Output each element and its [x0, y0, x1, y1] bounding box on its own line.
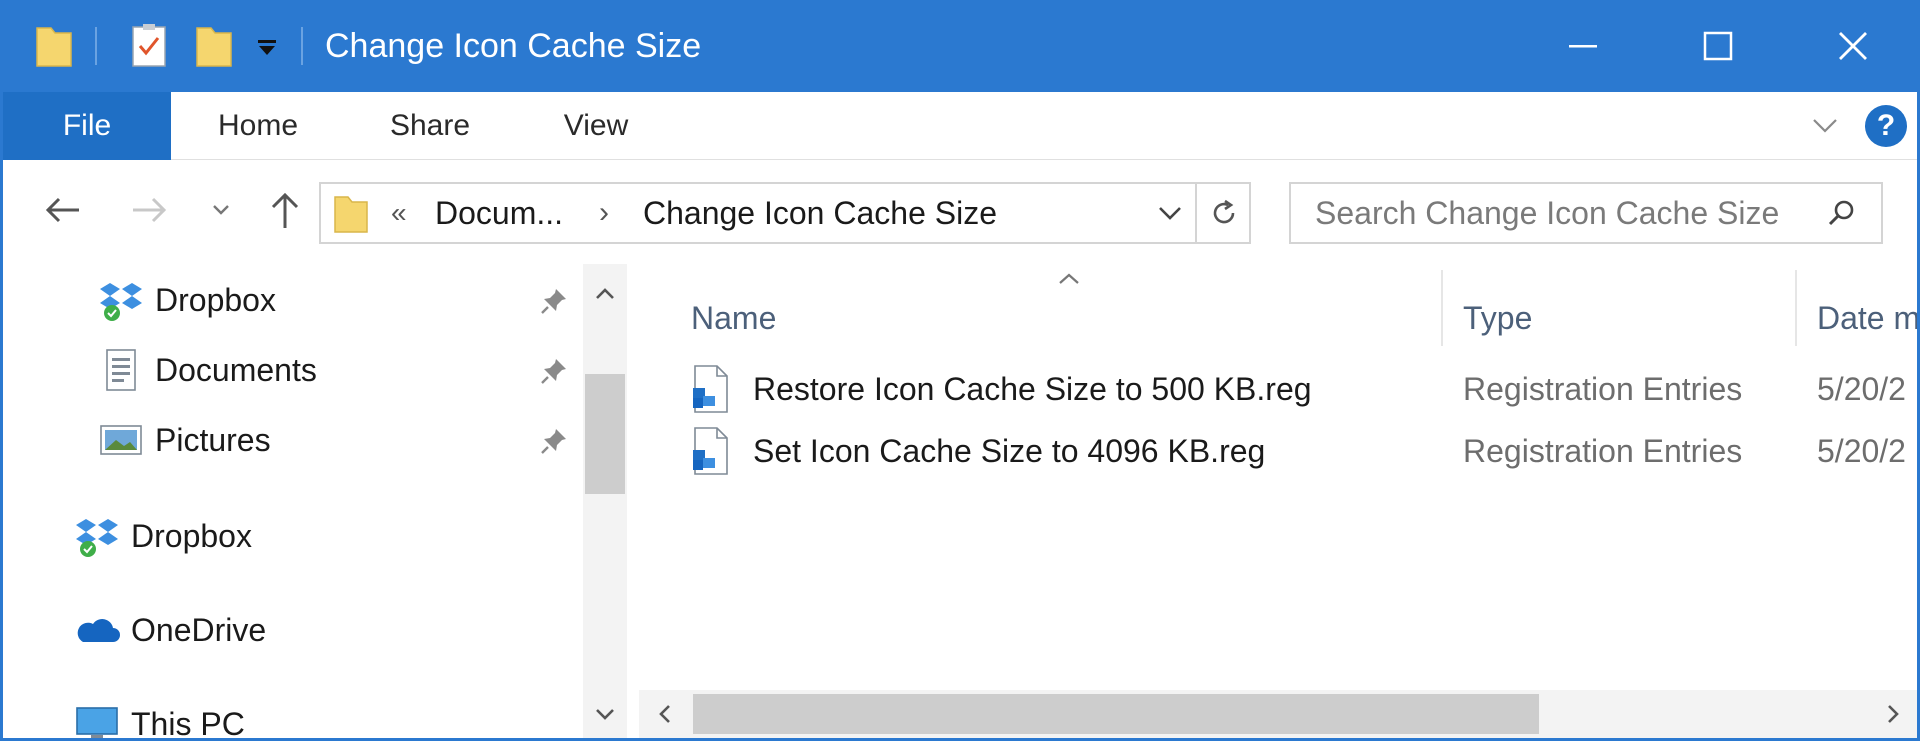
- nav-label: OneDrive: [131, 611, 267, 648]
- file-type: Registration Entries: [1463, 433, 1743, 469]
- file-date: 5/20/2: [1817, 433, 1906, 469]
- expand-ribbon-button[interactable]: [1805, 106, 1845, 146]
- chevron-down-icon: [213, 205, 229, 215]
- pictures-icon: [97, 416, 145, 464]
- dropbox-icon: [73, 512, 121, 560]
- tab-share[interactable]: Share: [371, 92, 489, 160]
- scroll-thumb[interactable]: [693, 694, 1539, 734]
- scroll-left-button[interactable]: [645, 694, 685, 734]
- breadcrumb-documents[interactable]: Docum...: [435, 184, 563, 242]
- file-date: 5/20/2: [1817, 371, 1906, 407]
- folder-icon[interactable]: [35, 0, 73, 92]
- column-header-name[interactable]: Name: [691, 280, 776, 356]
- file-row[interactable]: Restore Icon Cache Size to 500 KB.reg Re…: [689, 358, 1917, 420]
- nav-quick-dropbox[interactable]: Dropbox: [97, 270, 276, 330]
- nav-this-pc[interactable]: This PC: [73, 694, 245, 741]
- address-history-button[interactable]: [1145, 184, 1195, 242]
- arrow-left-icon: [45, 197, 79, 223]
- scroll-down-button[interactable]: [583, 694, 627, 734]
- chevron-left-icon: [659, 705, 670, 723]
- documents-icon: [97, 346, 145, 394]
- registry-file-icon: [689, 364, 737, 416]
- customize-quick-access-icon[interactable]: [255, 0, 279, 92]
- explorer-window: Change Icon Cache Size File Home Share V…: [0, 0, 1920, 741]
- up-button[interactable]: [255, 182, 315, 238]
- address-bar[interactable]: « Docum... › Change Icon Cache Size: [319, 182, 1251, 244]
- minimize-icon: [1569, 45, 1597, 48]
- nav-dropbox[interactable]: Dropbox: [73, 506, 252, 566]
- breadcrumb-current[interactable]: Change Icon Cache Size: [643, 184, 997, 242]
- navigation-pane: Dropbox Documents Pictures Dropbox OneDr…: [3, 264, 633, 741]
- address-row: « Docum... › Change Icon Cache Size Sear…: [3, 160, 1917, 260]
- close-button[interactable]: [1793, 0, 1913, 92]
- search-box[interactable]: Search Change Icon Cache Size: [1289, 182, 1883, 244]
- nav-onedrive[interactable]: OneDrive: [73, 600, 266, 660]
- column-header-type[interactable]: Type: [1463, 280, 1532, 356]
- ribbon-tabs: File Home Share View ?: [3, 92, 1917, 160]
- file-list: Name Type Date m Restore Icon Cache Size…: [639, 264, 1917, 738]
- title-bar: Change Icon Cache Size: [3, 0, 1917, 92]
- column-divider[interactable]: [1795, 270, 1797, 346]
- scroll-thumb[interactable]: [585, 374, 625, 494]
- column-header-date[interactable]: Date m: [1817, 280, 1917, 356]
- search-icon[interactable]: [1821, 193, 1861, 233]
- tab-view[interactable]: View: [537, 92, 655, 160]
- chevron-down-icon: [1813, 119, 1837, 133]
- onedrive-icon: [73, 606, 121, 654]
- arrow-right-icon: [133, 197, 167, 223]
- nav-vertical-scrollbar[interactable]: [583, 264, 627, 738]
- refresh-button[interactable]: [1199, 184, 1249, 242]
- file-type: Registration Entries: [1463, 371, 1743, 407]
- pin-icon[interactable]: [537, 284, 571, 318]
- new-folder-icon[interactable]: [195, 0, 233, 92]
- registry-file-icon: [689, 426, 737, 478]
- chevron-down-icon: [596, 709, 614, 720]
- help-button[interactable]: ?: [1865, 105, 1907, 147]
- nav-label: Dropbox: [131, 517, 252, 554]
- file-name: Restore Icon Cache Size to 500 KB.reg: [753, 371, 1312, 407]
- back-button[interactable]: [33, 182, 93, 238]
- tab-file[interactable]: File: [3, 92, 171, 160]
- this-pc-icon: [73, 700, 121, 738]
- file-name: Set Icon Cache Size to 4096 KB.reg: [753, 433, 1266, 469]
- close-icon: [1839, 32, 1867, 60]
- nav-label: This PC: [131, 705, 245, 741]
- pin-icon[interactable]: [537, 354, 571, 388]
- dropbox-icon: [97, 276, 145, 324]
- toolbar-separator: [95, 0, 97, 92]
- sort-ascending-icon: [1039, 264, 1099, 294]
- chevron-down-icon: [1159, 207, 1181, 220]
- file-row[interactable]: Set Icon Cache Size to 4096 KB.reg Regis…: [689, 420, 1917, 482]
- column-divider[interactable]: [1441, 270, 1443, 346]
- minimize-button[interactable]: [1523, 0, 1643, 92]
- nav-label: Documents: [155, 351, 317, 388]
- breadcrumb-separator[interactable]: ›: [599, 184, 609, 242]
- recent-locations-button[interactable]: [201, 182, 241, 238]
- maximize-button[interactable]: [1658, 0, 1778, 92]
- toolbar-separator: [301, 0, 303, 92]
- tab-home[interactable]: Home: [199, 92, 317, 160]
- refresh-icon: [1213, 199, 1235, 224]
- address-divider: [1195, 184, 1197, 242]
- nav-label: Dropbox: [155, 281, 276, 318]
- properties-icon[interactable]: [131, 0, 167, 92]
- chevron-right-icon: [1888, 705, 1899, 723]
- arrow-up-icon: [271, 192, 299, 228]
- window-title: Change Icon Cache Size: [325, 27, 702, 65]
- nav-quick-documents[interactable]: Documents: [97, 340, 317, 400]
- file-list-horizontal-scrollbar[interactable]: [639, 690, 1917, 738]
- scroll-up-button[interactable]: [583, 274, 627, 314]
- chevron-up-icon: [596, 288, 614, 299]
- folder-icon: [333, 194, 369, 239]
- breadcrumb-overflow[interactable]: «: [391, 184, 407, 242]
- forward-button[interactable]: [119, 182, 179, 238]
- nav-label: Pictures: [155, 421, 271, 458]
- maximize-icon: [1703, 31, 1733, 61]
- nav-quick-pictures[interactable]: Pictures: [97, 410, 271, 470]
- pin-icon[interactable]: [537, 424, 571, 458]
- search-input[interactable]: Search Change Icon Cache Size: [1315, 184, 1779, 242]
- scroll-right-button[interactable]: [1873, 694, 1913, 734]
